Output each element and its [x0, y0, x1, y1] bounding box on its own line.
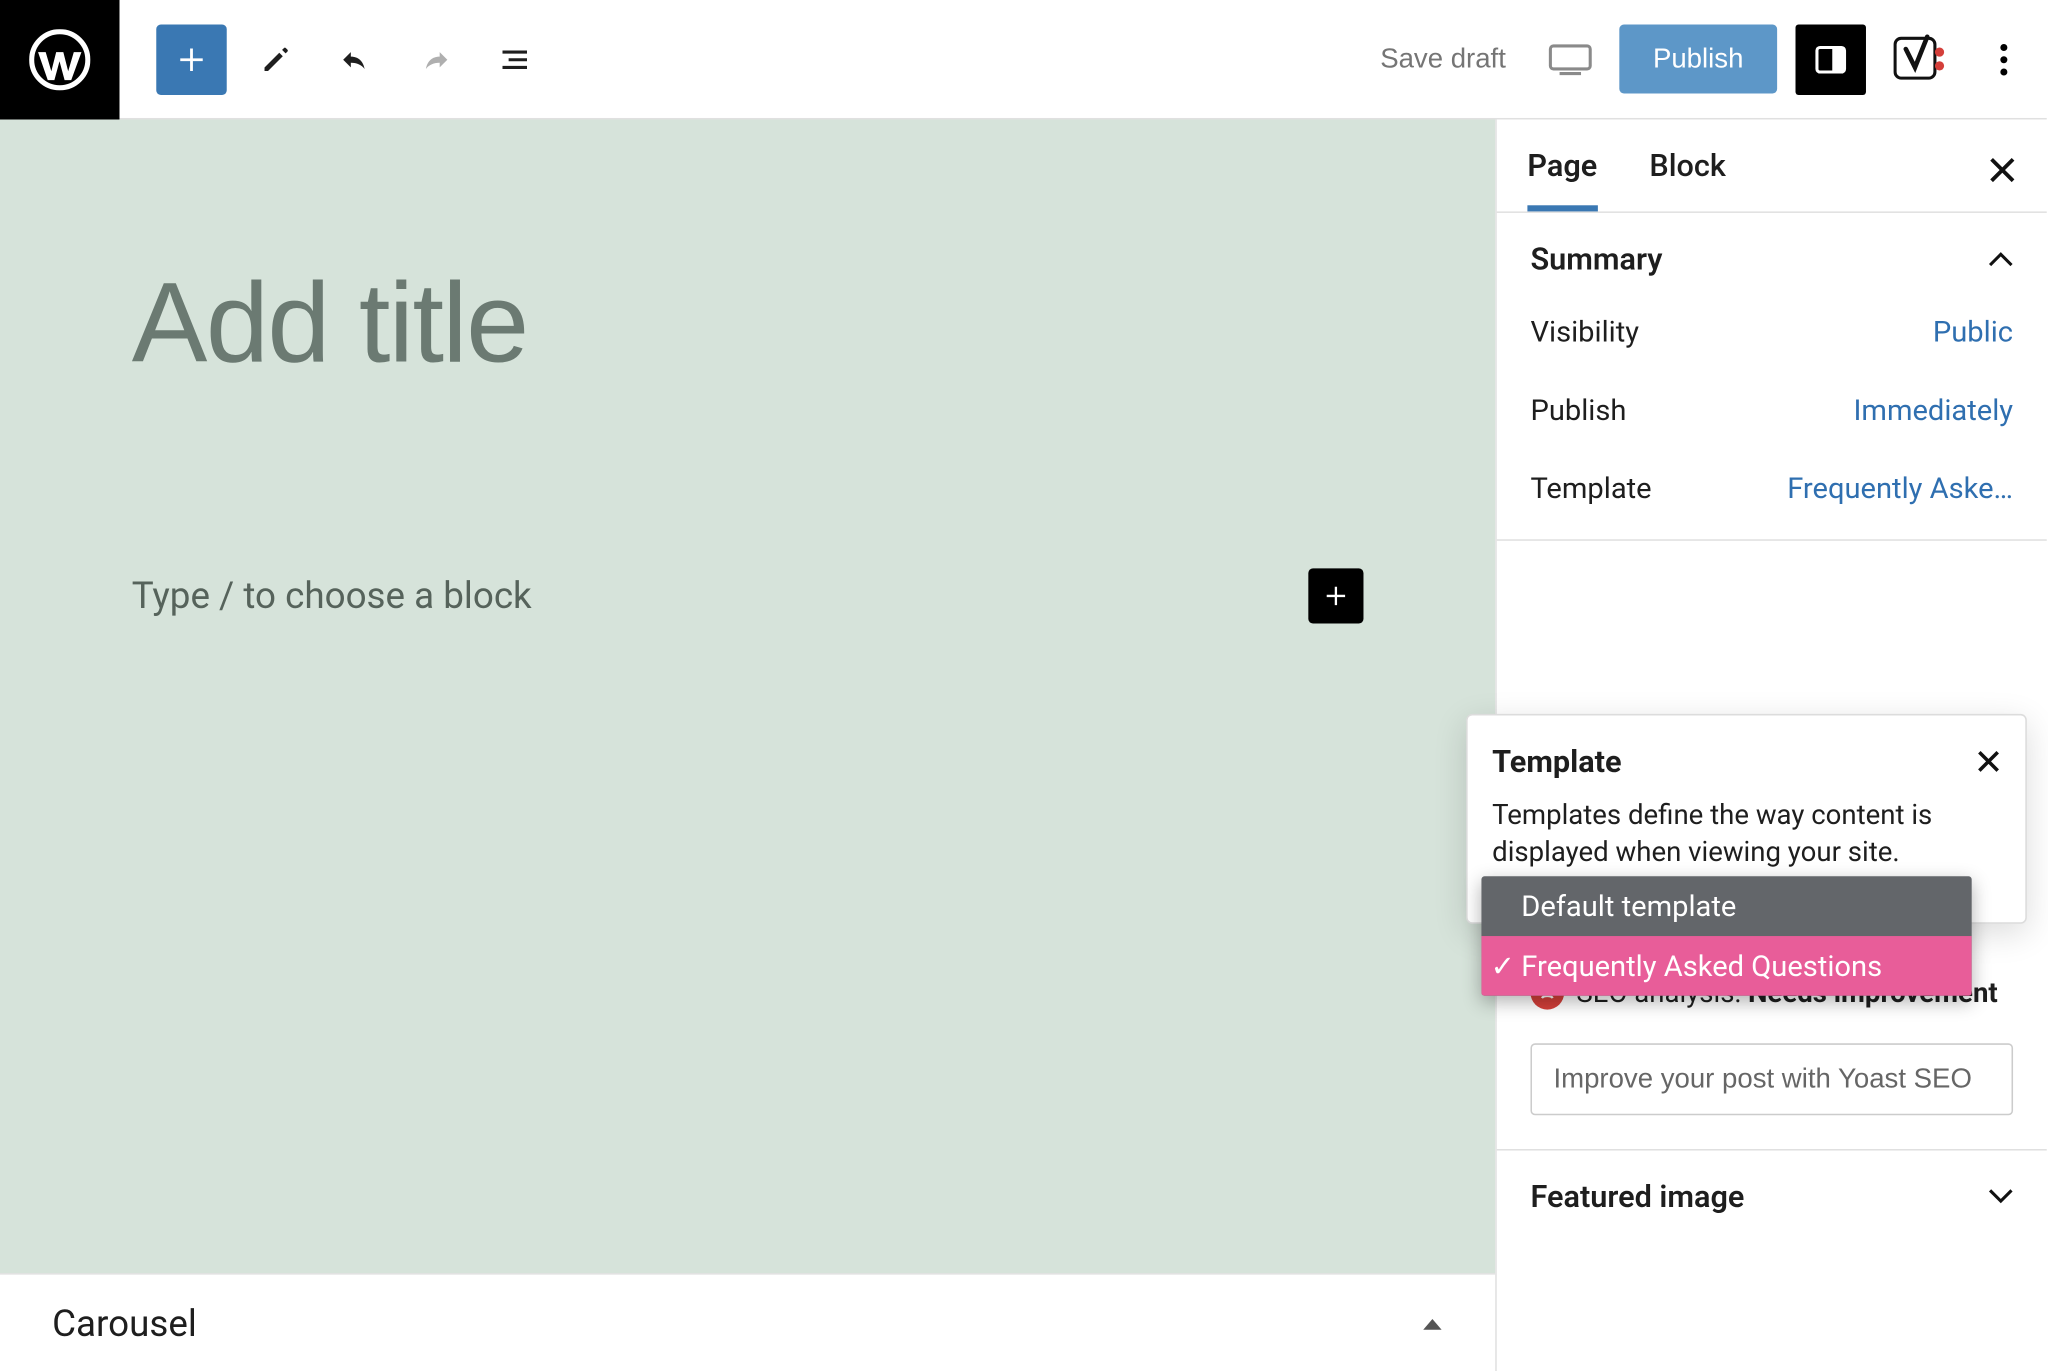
panel-summary: Summary Visibility Public Publish Immedi…	[1497, 213, 2047, 541]
edit-mode-button[interactable]	[245, 28, 306, 89]
post-title-input[interactable]	[132, 257, 1364, 387]
preview-button[interactable]	[1540, 28, 1601, 89]
editor-topbar: Save draft Publish	[0, 0, 2047, 119]
pencil-icon	[259, 42, 293, 76]
caret-up-icon	[1422, 1315, 1443, 1330]
document-outline-button[interactable]	[484, 28, 545, 89]
desktop-icon	[1547, 42, 1593, 76]
list-icon	[496, 41, 533, 78]
plus-icon	[1322, 582, 1350, 610]
template-value[interactable]: Frequently Aske…	[1787, 470, 2013, 505]
wp-logo-button[interactable]	[0, 0, 119, 119]
tab-page[interactable]: Page	[1527, 147, 1597, 211]
tab-block[interactable]: Block	[1649, 147, 1726, 211]
meta-box-bar[interactable]: Carousel	[0, 1273, 1495, 1371]
more-options-button[interactable]	[1973, 24, 2034, 94]
close-icon	[1976, 749, 2001, 774]
add-block-button[interactable]	[156, 24, 226, 94]
summary-row-template: Template Frequently Aske…	[1530, 470, 2013, 505]
plus-icon	[175, 42, 209, 76]
panel-featured-image-title: Featured image	[1530, 1178, 1744, 1215]
template-dropdown[interactable]: Default template Frequently Asked Questi…	[1481, 876, 1971, 995]
redo-icon	[417, 41, 454, 78]
template-label: Template	[1530, 470, 1651, 505]
visibility-label: Visibility	[1530, 314, 1639, 349]
summary-row-publish: Publish Immediately	[1530, 392, 2013, 427]
sidebar-tabs: Page Block	[1497, 119, 2047, 212]
inline-add-block-button[interactable]	[1308, 568, 1363, 623]
close-sidebar-button[interactable]	[1989, 156, 2017, 202]
save-draft-button[interactable]: Save draft	[1365, 31, 1521, 88]
kebab-icon	[1999, 41, 2008, 78]
summary-row-visibility: Visibility Public	[1530, 314, 2013, 349]
settings-sidebar: Page Block Summary Visibility Public	[1495, 119, 2047, 1371]
yoast-icon	[1894, 33, 1946, 85]
block-placeholder-text[interactable]: Type / to choose a block	[132, 575, 532, 618]
close-icon	[1989, 156, 2017, 184]
publish-button[interactable]: Publish	[1619, 25, 1777, 94]
toolbar-left-group	[119, 24, 545, 94]
panel-summary-toggle[interactable]: Summary	[1497, 213, 2047, 305]
undo-button[interactable]	[325, 28, 386, 89]
chevron-up-icon	[1989, 251, 2014, 266]
publish-label: Publish	[1530, 392, 1626, 427]
template-popover-desc: Templates define the way content is disp…	[1492, 798, 2001, 872]
redo-button	[404, 28, 465, 89]
panel-featured-image-toggle[interactable]: Featured image	[1497, 1151, 2047, 1243]
template-popover-close[interactable]	[1976, 749, 2001, 774]
meta-box-label: Carousel	[52, 1301, 197, 1344]
chevron-down-icon	[1989, 1189, 2014, 1204]
sidebar-icon	[1812, 41, 1849, 78]
panel-summary-title: Summary	[1530, 241, 1662, 278]
template-option-faq[interactable]: Frequently Asked Questions	[1481, 936, 1971, 996]
editor-canvas[interactable]: Type / to choose a block	[0, 119, 1495, 1273]
visibility-value[interactable]: Public	[1933, 314, 2013, 349]
yoast-improve-button[interactable]: Improve your post with Yoast SEO	[1530, 1043, 2013, 1115]
undo-icon	[337, 41, 374, 78]
template-popover-title: Template	[1492, 743, 1621, 780]
yoast-button[interactable]	[1884, 24, 1954, 94]
publish-value[interactable]: Immediately	[1854, 392, 2014, 427]
settings-panel-toggle[interactable]	[1796, 24, 1866, 94]
toolbar-right-group: Save draft Publish	[1365, 24, 2047, 94]
wordpress-icon	[29, 28, 90, 89]
template-option-default[interactable]: Default template	[1481, 876, 1971, 936]
